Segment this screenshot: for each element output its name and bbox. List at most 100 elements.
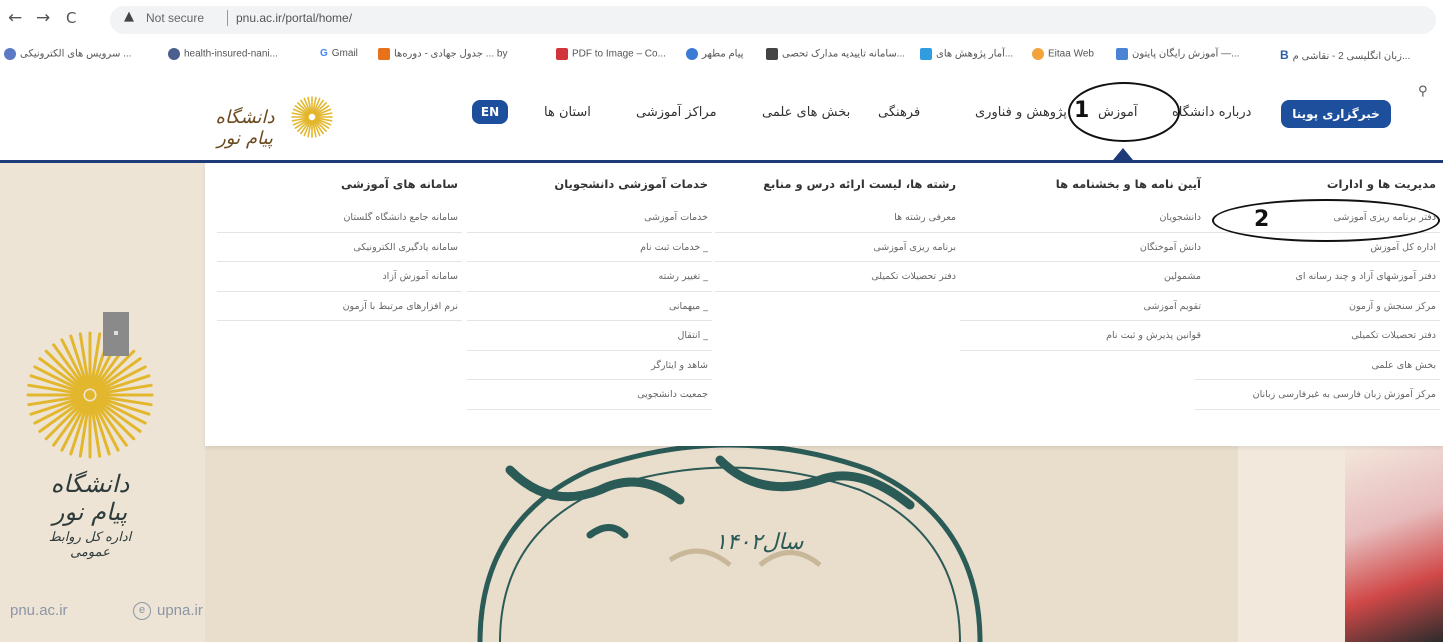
bookmark-favicon-icon — [556, 48, 568, 60]
menu-column-fields: رشته ها، لیست ارائه درس و منابع معرفی رش… — [715, 175, 960, 292]
bookmark-label: پیام مطهر — [702, 48, 744, 60]
bookmark-favicon-icon — [1032, 48, 1044, 60]
menu-link[interactable]: مشمولین — [960, 262, 1205, 292]
menu-link[interactable]: سامانه آموزش آزاد — [217, 262, 462, 292]
menu-column-regulations: آیین نامه ها و بخشنامه ها دانشجویان دانش… — [960, 175, 1205, 351]
news-agency-button[interactable]: خبرگزاری پوینا — [1281, 100, 1391, 128]
google-icon: G — [320, 48, 328, 59]
nav-research-technology[interactable]: پژوهش و فناوری — [975, 105, 1067, 120]
menu-link[interactable]: تقویم آموزشی — [960, 292, 1205, 321]
bookmark-label: زبان انگلیسی 2 - نقاشی م... — [1292, 51, 1411, 62]
bookmark-label: سامانه تاییدیه مدارک تحصی... — [782, 48, 906, 60]
banner-logo-line2: اداره کل روابط عمومی — [48, 530, 132, 560]
bookmark-favicon-icon — [4, 48, 16, 60]
bookmark-item[interactable]: سامانه تاییدیه مدارک تحصی... — [766, 48, 905, 60]
menu-link[interactable]: _ خدمات ثبت نام — [467, 233, 712, 262]
footer-link-upna-label: upna.ir — [157, 602, 203, 619]
browser-address-bar: ← → C ▲ Not secure pnu.ac.ir/portal/home… — [0, 0, 1443, 38]
menu-link[interactable]: _ انتقال — [467, 321, 712, 351]
bookmark-label: جدول جهادی - دوره‌ها ... by — [394, 48, 508, 60]
nav-academic-departments[interactable]: بخش های علمی — [762, 105, 850, 120]
pnu-sun-logo-small — [291, 96, 333, 138]
bookmark-label: Eitaa Web — [1048, 48, 1094, 60]
banner-logo-text: دانشگاه پیام نور اداره کل روابط عمومی — [40, 470, 140, 560]
annotation-circle-2 — [1212, 199, 1440, 242]
menu-column-title: خدمات آموزشی دانشجویان — [554, 177, 708, 191]
menu-link[interactable]: خدمات آموزشی — [467, 203, 712, 233]
bookmark-label: health-insured-nani... — [184, 48, 278, 60]
bookmark-label: آمار پژوهش های... — [936, 48, 1014, 60]
carousel-dot-icon — [114, 331, 118, 335]
forward-arrow-icon[interactable]: → — [36, 8, 50, 28]
menu-link[interactable]: دفتر آموزشهای آزاد و چند رسانه ای — [1195, 262, 1440, 292]
e-circle-icon: e — [133, 602, 151, 621]
reload-icon[interactable]: C — [66, 9, 76, 27]
english-language-button[interactable]: EN — [472, 100, 508, 124]
menu-link[interactable]: قوانین پذیرش و ثبت نام — [960, 321, 1205, 351]
bookmark-item[interactable]: health-insured-nani... — [168, 48, 278, 60]
menu-link[interactable]: مرکز آموزش زبان فارسی به غیرفارسی زبانان — [1195, 380, 1440, 410]
nav-educational-centers[interactable]: مراکز آموزشی — [636, 105, 717, 120]
menu-link[interactable]: برنامه ریزی آموزشی — [715, 233, 960, 262]
bookmark-favicon-icon — [766, 48, 778, 60]
search-icon[interactable]: ⚲ — [1418, 84, 1428, 99]
url-text[interactable]: pnu.ac.ir/portal/home/ — [236, 11, 352, 25]
menu-link[interactable]: دانش آموختگان — [960, 233, 1205, 262]
bookmarks-bar: سرویس های الکترونیکی ... health-insured-… — [0, 38, 1443, 72]
back-arrow-icon[interactable]: ← — [8, 8, 22, 28]
menu-column-systems: سامانه های آموزشی سامانه جامع دانشگاه گل… — [217, 175, 462, 321]
menu-link[interactable]: بخش های علمی — [1195, 351, 1440, 380]
url-divider — [227, 10, 228, 26]
bookmark-label: سرویس های الکترونیکی ... — [20, 48, 132, 60]
menu-link[interactable]: _ تغییر رشته — [467, 262, 712, 292]
bookmark-label: آموزش رایگان پایتون —... — [1132, 48, 1240, 60]
bookmark-item[interactable]: Eitaa Web — [1032, 48, 1094, 60]
nav-cultural[interactable]: فرهنگی — [878, 105, 920, 120]
menu-link[interactable]: سامانه جامع دانشگاه گلستان — [217, 203, 462, 233]
nav-about-university[interactable]: درباره دانشگاه — [1172, 105, 1251, 120]
menu-link[interactable]: مرکز سنجش و آزمون — [1195, 292, 1440, 321]
flag-graphic — [1345, 446, 1443, 642]
menu-link[interactable]: نرم افزارهای مرتبط با آزمون — [217, 292, 462, 321]
banner-year-text: سال۱۴۰۲ — [715, 530, 804, 555]
menu-link[interactable]: سامانه یادگیری الکترونیکی — [217, 233, 462, 262]
menu-link[interactable]: جمعیت دانشجویی — [467, 380, 712, 410]
bookmark-item[interactable]: پیام مطهر — [686, 48, 744, 60]
menu-column-student-services: خدمات آموزشی دانشجویان خدمات آموزشی _ خد… — [467, 175, 712, 410]
bookmark-item[interactable]: آمار پژوهش های... — [920, 48, 1013, 60]
nav-provinces[interactable]: استان ها — [544, 105, 591, 120]
bookmark-favicon-icon — [378, 48, 390, 60]
bookmark-item[interactable]: سرویس های الکترونیکی ... — [4, 48, 131, 60]
bookmark-item[interactable]: G Gmail — [320, 48, 358, 59]
bookmark-item[interactable]: PDF to Image – Co... — [556, 48, 666, 60]
b-favicon-icon: B — [1280, 48, 1289, 62]
bookmark-favicon-icon — [686, 48, 698, 60]
pnu-sun-logo-large — [26, 331, 154, 459]
menu-link[interactable]: دفتر تحصیلات تکمیلی — [715, 262, 960, 292]
footer-link-upna[interactable]: e upna.ir — [133, 602, 203, 621]
site-logo-text: دانشگاه پیام نور — [215, 107, 275, 149]
bookmark-item[interactable]: جدول جهادی - دوره‌ها ... by — [378, 48, 507, 60]
menu-link[interactable]: _ میهمانی — [467, 292, 712, 321]
banner-logo-line1: دانشگاه پیام نور — [50, 470, 130, 526]
footer-link-pnu[interactable]: pnu.ac.ir — [10, 602, 68, 619]
bookmark-item[interactable]: آموزش رایگان پایتون —... — [1116, 48, 1239, 60]
bookmark-favicon-icon — [1116, 48, 1128, 60]
menu-link[interactable]: دفتر تحصیلات تکمیلی — [1195, 321, 1440, 351]
bookmark-favicon-icon — [168, 48, 180, 60]
bookmark-label: PDF to Image – Co... — [572, 48, 666, 60]
bookmark-item[interactable]: B زبان انگلیسی 2 - نقاشی م... — [1280, 48, 1410, 62]
warning-icon[interactable]: ▲ — [124, 9, 134, 24]
menu-link[interactable]: معرفی رشته ها — [715, 203, 960, 233]
site-logo[interactable]: دانشگاه پیام نور — [205, 95, 335, 149]
bookmark-favicon-icon — [920, 48, 932, 60]
carousel-toggle-button[interactable] — [103, 312, 129, 356]
menu-link[interactable]: دانشجویان — [960, 203, 1205, 233]
bookmark-label: Gmail — [331, 48, 358, 59]
menu-column-title: سامانه های آموزشی — [340, 177, 458, 191]
menu-link[interactable]: شاهد و ایثارگر — [467, 351, 712, 380]
not-secure-label[interactable]: Not secure — [146, 11, 204, 25]
annotation-number-2: 2 — [1254, 207, 1270, 232]
menu-column-title: آیین نامه ها و بخشنامه ها — [1055, 177, 1201, 191]
menu-caret-icon — [1113, 148, 1133, 160]
